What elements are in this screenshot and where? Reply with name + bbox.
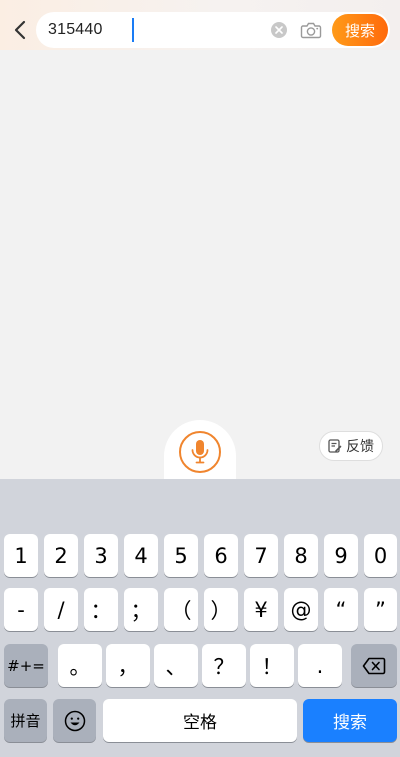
key-label: 搜索 bbox=[333, 713, 367, 733]
key-5[interactable]: 5 bbox=[164, 534, 198, 577]
key-at[interactable]: @ bbox=[284, 588, 318, 631]
key-label: 、 bbox=[165, 654, 187, 679]
key-3[interactable]: 3 bbox=[84, 534, 118, 577]
search-box[interactable]: 搜索 bbox=[36, 12, 390, 48]
key-more-symbols[interactable]: #+= bbox=[4, 644, 48, 687]
key-open-paren[interactable]: （ bbox=[164, 588, 198, 631]
key-label: ； bbox=[130, 598, 152, 623]
key-pinyin[interactable]: 拼音 bbox=[4, 699, 47, 742]
key-label: 3 bbox=[94, 543, 108, 568]
feedback-icon bbox=[328, 439, 342, 453]
key-label: ” bbox=[375, 597, 386, 622]
key-label: ¥ bbox=[254, 597, 268, 622]
key-label: 0 bbox=[373, 543, 388, 568]
key-label: 1 bbox=[14, 543, 28, 568]
key-label: ， bbox=[117, 654, 139, 679]
key-semicolon[interactable]: ； bbox=[124, 588, 158, 631]
key-colon[interactable]: ： bbox=[84, 588, 118, 631]
key-enum-comma[interactable]: 、 bbox=[154, 644, 198, 687]
key-hyphen[interactable]: - bbox=[4, 588, 38, 631]
key-yen[interactable]: ¥ bbox=[244, 588, 278, 631]
key-label: 7 bbox=[254, 543, 268, 568]
key-label: 拼音 bbox=[10, 712, 41, 730]
key-9[interactable]: 9 bbox=[324, 534, 358, 577]
search-input[interactable] bbox=[48, 20, 248, 40]
key-label: ？ bbox=[213, 654, 235, 679]
key-label: 6 bbox=[214, 543, 228, 568]
key-exclamation[interactable]: ！ bbox=[250, 644, 294, 687]
clear-button[interactable] bbox=[271, 22, 287, 38]
key-close-quote[interactable]: ” bbox=[364, 588, 397, 631]
emoji-icon bbox=[64, 710, 85, 731]
search-suggestions-area bbox=[0, 50, 400, 480]
key-label: ！ bbox=[261, 654, 283, 679]
key-label: - bbox=[17, 597, 25, 622]
search-button[interactable]: 搜索 bbox=[332, 14, 388, 46]
key-label: . bbox=[316, 653, 324, 678]
camera-button[interactable] bbox=[300, 19, 322, 41]
key-7[interactable]: 7 bbox=[244, 534, 278, 577]
key-4[interactable]: 4 bbox=[124, 534, 158, 577]
key-label: ） bbox=[210, 598, 232, 623]
key-2[interactable]: 2 bbox=[44, 534, 78, 577]
key-6[interactable]: 6 bbox=[204, 534, 238, 577]
key-space[interactable]: 空格 bbox=[103, 699, 297, 742]
back-button[interactable] bbox=[6, 14, 34, 46]
key-label: @ bbox=[290, 597, 312, 622]
key-label: #+= bbox=[7, 656, 45, 675]
clear-circle-icon bbox=[275, 26, 283, 34]
key-close-paren[interactable]: ） bbox=[204, 588, 238, 631]
key-label: （ bbox=[170, 598, 192, 623]
key-question[interactable]: ？ bbox=[202, 644, 246, 687]
camera-icon bbox=[300, 22, 322, 39]
feedback-label: 反馈 bbox=[346, 439, 374, 455]
key-label: / bbox=[57, 597, 65, 622]
text-caret bbox=[132, 18, 134, 42]
key-0[interactable]: 0 bbox=[364, 534, 397, 577]
key-slash[interactable]: / bbox=[44, 588, 78, 631]
backspace-icon bbox=[362, 657, 386, 674]
key-label: “ bbox=[335, 597, 347, 622]
key-emoji[interactable] bbox=[53, 699, 96, 742]
key-8[interactable]: 8 bbox=[284, 534, 318, 577]
feedback-button[interactable]: 反馈 bbox=[319, 431, 383, 461]
key-label: 8 bbox=[294, 543, 308, 568]
key-delete[interactable] bbox=[351, 644, 397, 687]
chevron-left-icon bbox=[14, 20, 26, 40]
keyboard: 1 2 3 4 5 6 7 8 9 0 - / ： ； （ ） ¥ @ “ ” … bbox=[0, 479, 400, 757]
key-dot[interactable]: . bbox=[298, 644, 342, 687]
key-comma-cn[interactable]: ， bbox=[106, 644, 150, 687]
key-search[interactable]: 搜索 bbox=[303, 699, 397, 742]
voice-search-button[interactable] bbox=[179, 431, 221, 473]
key-1[interactable]: 1 bbox=[4, 534, 38, 577]
microphone-icon bbox=[191, 440, 209, 464]
key-label: 4 bbox=[134, 543, 148, 568]
key-period-cn[interactable]: 。 bbox=[58, 644, 102, 687]
key-label: 9 bbox=[334, 543, 348, 568]
key-label: 。 bbox=[69, 654, 91, 679]
key-label: 5 bbox=[174, 543, 188, 568]
key-open-quote[interactable]: “ bbox=[324, 588, 358, 631]
key-label: ： bbox=[90, 598, 112, 623]
key-label: 2 bbox=[54, 543, 68, 568]
key-label: 空格 bbox=[183, 713, 217, 733]
